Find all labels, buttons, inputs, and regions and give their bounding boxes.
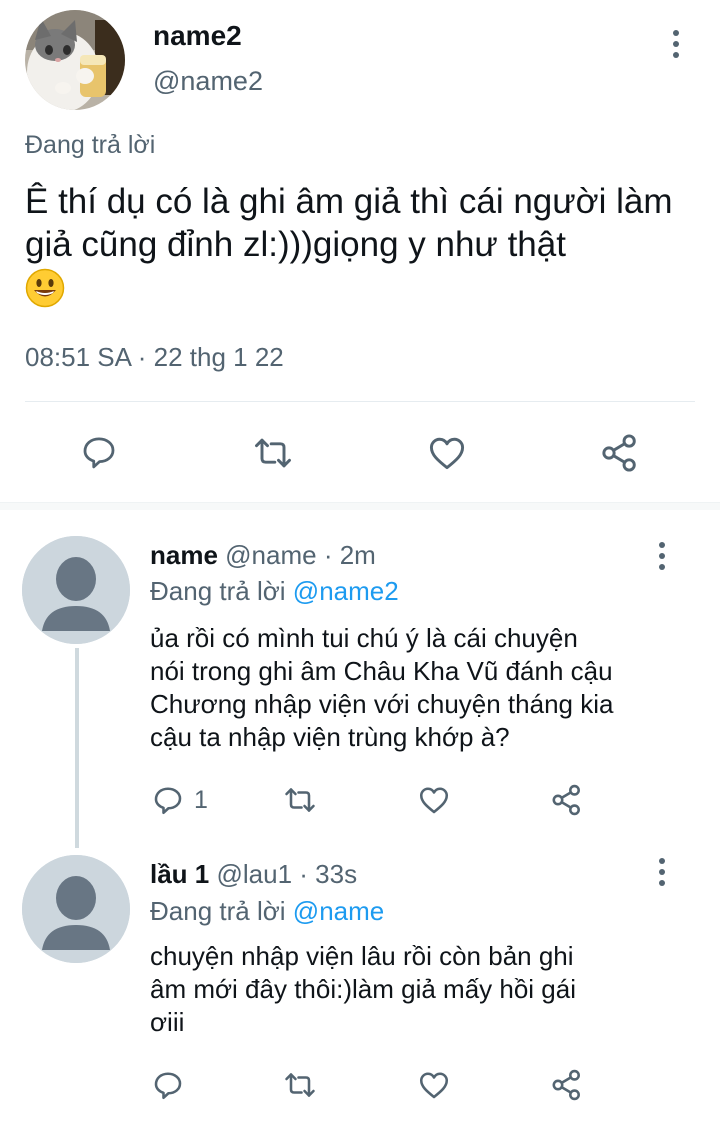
like-icon[interactable]	[416, 782, 452, 818]
timestamp[interactable]: 08:51 SA · 22 thg 1 22	[25, 342, 284, 373]
text-line: cậu ta nhập viện trùng khớp à?	[150, 722, 510, 752]
time-ago[interactable]: 33s	[315, 859, 357, 889]
display-name[interactable]: name	[150, 540, 218, 570]
text-line: Chương nhập viện với chuyện tháng kia	[150, 689, 614, 719]
action-bar	[0, 425, 720, 480]
handle[interactable]: @lau1	[216, 859, 292, 889]
handle[interactable]: @name2	[153, 66, 263, 97]
tweet-text: Ê thí dụ có là ghi âm giả thì cái người …	[25, 180, 705, 309]
section-separator	[0, 502, 720, 510]
replying-label: Đang trả lời	[25, 131, 156, 159]
like-icon[interactable]	[416, 1067, 452, 1103]
avatar[interactable]	[22, 536, 130, 644]
reply-icon[interactable]	[150, 1067, 186, 1103]
share-icon[interactable]	[549, 782, 585, 818]
action-bar: 1	[0, 780, 720, 820]
text-line: nói trong ghi âm Châu Kha Vũ đánh cậu	[150, 656, 613, 686]
replying-label: Đang trả lời	[150, 576, 286, 606]
more-icon[interactable]	[661, 24, 691, 64]
text-line: âm mới đây thôi:)làm giả mấy hồi gái	[150, 974, 576, 1004]
share-icon[interactable]	[598, 431, 642, 475]
retweet-icon[interactable]	[282, 782, 318, 818]
share-icon[interactable]	[549, 1067, 585, 1103]
main-tweet: name2 @name2 Đang trả lời Ê thí dụ có là…	[0, 0, 720, 510]
handle[interactable]: @name	[225, 540, 316, 570]
replying-to: Đang trả lời @name2	[150, 576, 399, 607]
tweet-text: ủa rồi có mình tui chú ý là cái chuyện n…	[150, 622, 710, 754]
text-line: ủa rồi có mình tui chú ý là cái chuyện	[150, 623, 578, 653]
display-name[interactable]: name2	[153, 20, 242, 52]
reply-header: name @name · 2m	[150, 540, 376, 571]
divider	[25, 401, 695, 402]
action-bar	[0, 1065, 720, 1105]
separator: ·	[299, 859, 316, 889]
avatar[interactable]	[25, 10, 125, 110]
separator: ·	[323, 540, 340, 570]
retweet-icon[interactable]	[251, 431, 295, 475]
mention-link[interactable]: @name	[293, 896, 384, 926]
reply-count: 1	[194, 785, 208, 814]
more-icon[interactable]	[647, 852, 677, 892]
reply-icon[interactable]	[78, 431, 120, 473]
retweet-icon[interactable]	[282, 1067, 318, 1103]
reply-icon[interactable]: 1	[150, 782, 208, 818]
like-icon[interactable]	[425, 431, 469, 475]
replying-to: Đang trả lời @name	[150, 896, 384, 927]
replying-label: Đang trả lời	[150, 896, 286, 926]
avatar[interactable]	[22, 855, 130, 963]
text-line: ơiii	[150, 1007, 185, 1037]
display-name[interactable]: lầu 1	[150, 859, 209, 889]
mention-link[interactable]: @name2	[293, 576, 399, 606]
text-line: chuyện nhập viện lâu rồi còn bản ghi	[150, 941, 574, 971]
tweet-text: chuyện nhập viện lâu rồi còn bản ghi âm …	[150, 940, 710, 1039]
reply-header: lầu 1 @lau1 · 33s	[150, 859, 357, 890]
smiley-emoji-icon	[25, 268, 65, 308]
more-icon[interactable]	[647, 536, 677, 576]
time-ago[interactable]: 2m	[340, 540, 376, 570]
tweet-text-content: Ê thí dụ có là ghi âm giả thì cái người …	[25, 182, 673, 264]
